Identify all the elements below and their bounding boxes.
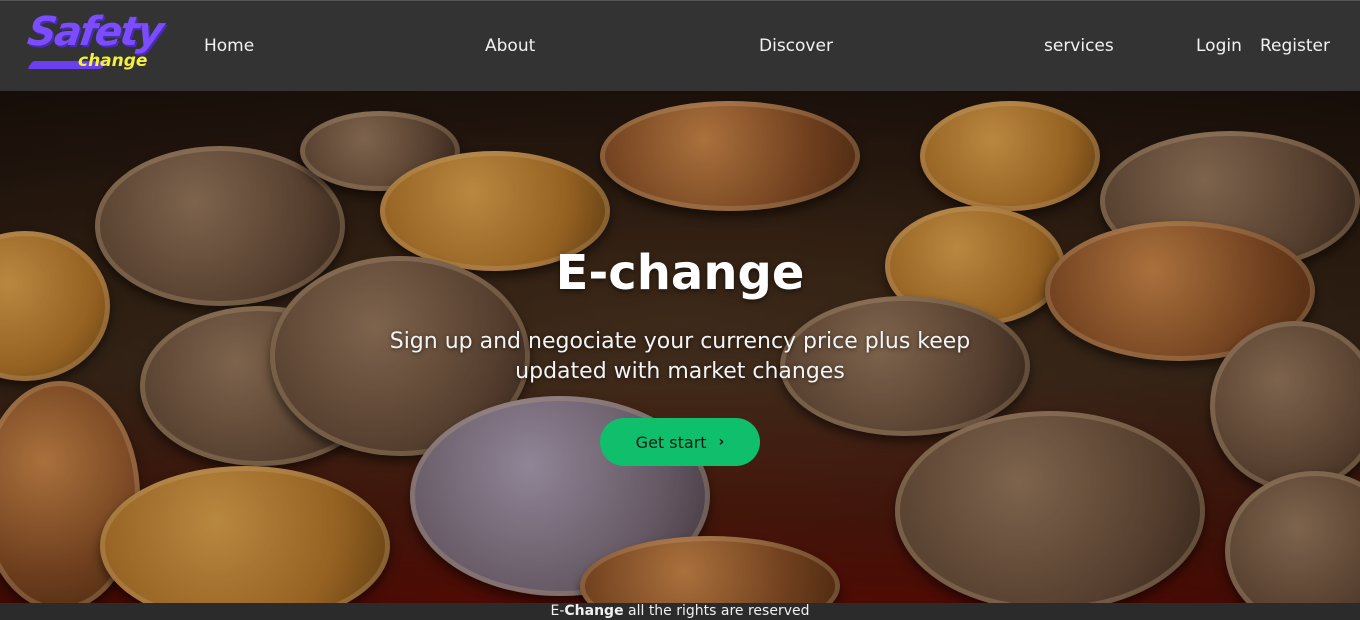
register-link[interactable]: Register <box>1260 34 1330 58</box>
footer: E-Change all the rights are reserved <box>0 603 1360 620</box>
login-link[interactable]: Login <box>1196 34 1242 58</box>
hero-section: E-change Sign up and negociate your curr… <box>0 91 1360 603</box>
nav-link-home[interactable]: Home <box>204 34 254 58</box>
hero-title: E-change <box>555 245 805 301</box>
footer-rights-text: all the rights are reserved <box>623 603 810 619</box>
top-navbar: Safety change Home About Discover servic… <box>0 0 1360 91</box>
chevron-right-icon: › <box>718 434 725 450</box>
footer-brand: Change <box>564 603 624 619</box>
footer-prefix: E- <box>550 603 565 619</box>
get-start-button[interactable]: Get start › <box>600 418 760 466</box>
nav-link-services[interactable]: services <box>1044 34 1114 58</box>
nav-link-discover[interactable]: Discover <box>759 34 833 58</box>
hero-subtitle: Sign up and negociate your currency pric… <box>389 329 971 384</box>
logo-sub-text: change <box>78 51 148 71</box>
get-start-label: Get start <box>635 432 707 452</box>
logo-main-text: Safety <box>24 9 165 55</box>
nav-link-about[interactable]: About <box>485 34 535 58</box>
safety-change-logo[interactable]: Safety change <box>24 9 183 75</box>
